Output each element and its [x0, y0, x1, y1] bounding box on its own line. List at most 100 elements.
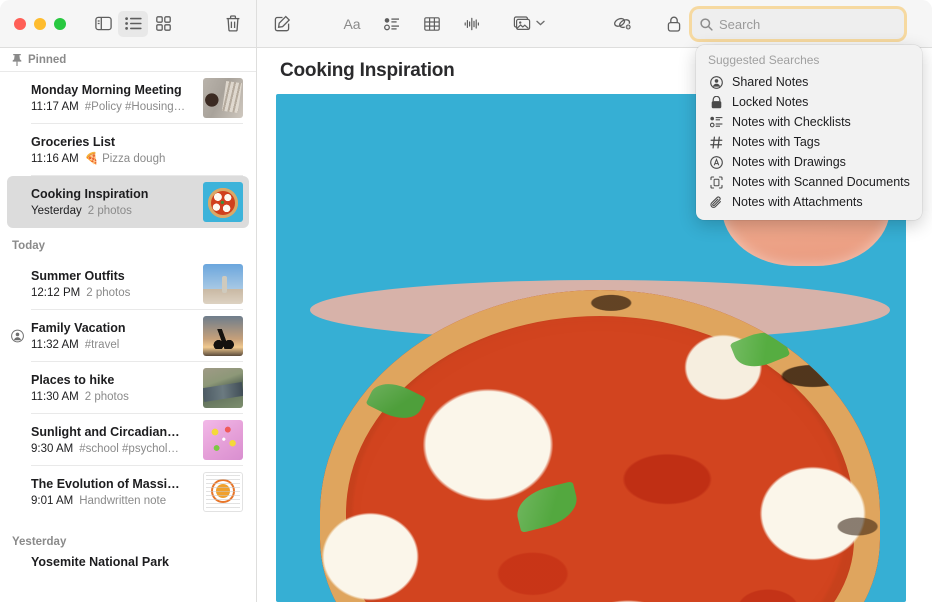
search-input[interactable] — [719, 17, 896, 32]
note-text: Family Vacation 11:32 AM #travel — [31, 320, 197, 353]
note-thumbnail — [203, 472, 243, 512]
note-text: Monday Morning Meeting 11:17 AM #Policy … — [31, 82, 197, 115]
section-header-today: Today — [0, 234, 256, 258]
note-text: Groceries List 11:16 AM 🍕 Pizza dough — [31, 134, 243, 167]
note-meta: 11:30 AM 2 photos — [31, 389, 197, 405]
section-title: Pinned — [28, 54, 66, 66]
suggestion-notes-with-checklists[interactable]: Notes with Checklists — [696, 112, 922, 132]
pizza — [320, 290, 880, 602]
delete-icon[interactable] — [218, 11, 248, 37]
pizza-char-marks — [320, 290, 880, 602]
note-meta: 9:30 AM #school #psychol… — [31, 441, 197, 457]
scan-icon — [708, 176, 725, 189]
search-icon — [700, 18, 713, 31]
note-meta: 11:32 AM #travel — [31, 337, 197, 353]
notes-list-sidebar[interactable]: Pinned Monday Morning Meeting 11:17 AM #… — [0, 48, 257, 602]
suggested-searches-menu: Suggested Searches Shared Notes Locked N… — [696, 45, 922, 220]
note-title: Cooking Inspiration — [31, 186, 197, 202]
close-button[interactable] — [14, 18, 26, 30]
note-title: Yosemite National Park — [31, 554, 243, 570]
note-subtitle: 2 photos — [86, 285, 130, 301]
pin-icon — [12, 54, 22, 66]
paperclip-icon — [708, 196, 725, 209]
format-text-icon[interactable]: Aa — [337, 11, 367, 37]
note-subtitle: #school #psychol… — [79, 441, 179, 457]
note-title: Summer Outfits — [31, 268, 197, 284]
note-meta: 11:17 AM #Policy #Housing… — [31, 99, 197, 115]
note-subtitle: #travel — [85, 337, 120, 353]
suggestion-notes-with-tags[interactable]: Notes with Tags — [696, 132, 922, 152]
note-thumbnail — [203, 264, 243, 304]
suggestion-notes-with-scanned-documents[interactable]: Notes with Scanned Documents — [696, 172, 922, 192]
note-row-yosemite-national-park[interactable]: Yosemite National Park — [7, 554, 249, 584]
suggestion-label: Notes with Attachments — [732, 195, 863, 209]
audio-icon[interactable] — [457, 11, 487, 37]
note-row-places-to-hike[interactable]: Places to hike 11:30 AM 2 photos — [7, 362, 249, 414]
suggestion-label: Shared Notes — [732, 75, 808, 89]
suggestions-header: Suggested Searches — [696, 51, 922, 72]
note-subtitle: 2 photos — [85, 389, 129, 405]
note-row-monday-morning-meeting[interactable]: Monday Morning Meeting 11:17 AM #Policy … — [7, 72, 249, 124]
note-subtitle: Pizza dough — [102, 151, 165, 167]
list-view-icon[interactable] — [118, 11, 148, 37]
note-time: 11:30 AM — [31, 389, 79, 405]
note-row-cooking-inspiration[interactable]: Cooking Inspiration Yesterday 2 photos — [7, 176, 249, 228]
note-row-sunlight-and-circadian[interactable]: Sunlight and Circadian… 9:30 AM #school … — [7, 414, 249, 466]
note-row-summer-outfits[interactable]: Summer Outfits 12:12 PM 2 photos — [7, 258, 249, 310]
note-emoji: 🍕 — [85, 151, 99, 167]
minimize-button[interactable] — [34, 18, 46, 30]
note-text: Sunlight and Circadian… 9:30 AM #school … — [31, 424, 197, 457]
note-time: 11:16 AM — [31, 151, 79, 167]
format-label: Aa — [343, 16, 360, 32]
note-time: 12:12 PM — [31, 285, 80, 301]
media-chevron-down-icon[interactable] — [536, 18, 545, 29]
sidebar-toggle-icon[interactable] — [88, 11, 118, 37]
note-title: Family Vacation — [31, 320, 197, 336]
note-meta: 12:12 PM 2 photos — [31, 285, 197, 301]
suggestion-locked-notes[interactable]: Locked Notes — [696, 92, 922, 112]
suggestion-label: Notes with Drawings — [732, 155, 846, 169]
hash-icon — [708, 136, 725, 149]
maximize-button[interactable] — [54, 18, 66, 30]
checklist-icon[interactable] — [377, 11, 407, 37]
media-icon[interactable] — [509, 11, 535, 37]
compose-icon[interactable] — [267, 11, 297, 37]
note-subtitle: #Policy #Housing… — [85, 99, 185, 115]
note-meta: 11:16 AM 🍕 Pizza dough — [31, 151, 243, 167]
note-title: Places to hike — [31, 372, 197, 388]
note-text: Places to hike 11:30 AM 2 photos — [31, 372, 197, 405]
note-time: 9:01 AM — [31, 493, 73, 509]
note-title: Sunlight and Circadian… — [31, 424, 197, 440]
note-thumbnail — [203, 182, 243, 222]
search-container — [692, 9, 904, 39]
search-field[interactable] — [692, 9, 904, 39]
note-text: Yosemite National Park — [31, 554, 243, 570]
drawing-circle-icon — [708, 156, 725, 169]
note-title: Groceries List — [31, 134, 243, 150]
note-subtitle: 2 photos — [88, 203, 132, 219]
note-time: 11:17 AM — [31, 99, 79, 115]
note-time: 11:32 AM — [31, 337, 79, 353]
lock-icon — [708, 96, 725, 109]
note-thumbnail — [203, 78, 243, 118]
lock-icon[interactable] — [659, 11, 689, 37]
section-title: Today — [12, 240, 45, 252]
table-icon[interactable] — [417, 11, 447, 37]
note-title: Monday Morning Meeting — [31, 82, 197, 98]
gallery-view-icon[interactable] — [148, 11, 178, 37]
note-thumbnail — [203, 368, 243, 408]
collaborate-icon[interactable] — [607, 11, 637, 37]
suggestion-notes-with-attachments[interactable]: Notes with Attachments — [696, 192, 922, 212]
section-header-pinned: Pinned — [0, 48, 256, 72]
note-row-the-evolution-of-massi[interactable]: The Evolution of Massi… 9:01 AM Handwrit… — [7, 466, 249, 518]
suggestion-label: Locked Notes — [732, 95, 808, 109]
note-time: Yesterday — [31, 203, 82, 219]
suggestion-label: Notes with Checklists — [732, 115, 851, 129]
note-row-family-vacation[interactable]: Family Vacation 11:32 AM #travel — [7, 310, 249, 362]
note-subtitle: Handwritten note — [79, 493, 166, 509]
suggestion-notes-with-drawings[interactable]: Notes with Drawings — [696, 152, 922, 172]
suggestion-shared-notes[interactable]: Shared Notes — [696, 72, 922, 92]
note-row-groceries-list[interactable]: Groceries List 11:16 AM 🍕 Pizza dough — [7, 124, 249, 176]
toolbar-left-section — [0, 0, 257, 47]
note-meta: 9:01 AM Handwritten note — [31, 493, 197, 509]
